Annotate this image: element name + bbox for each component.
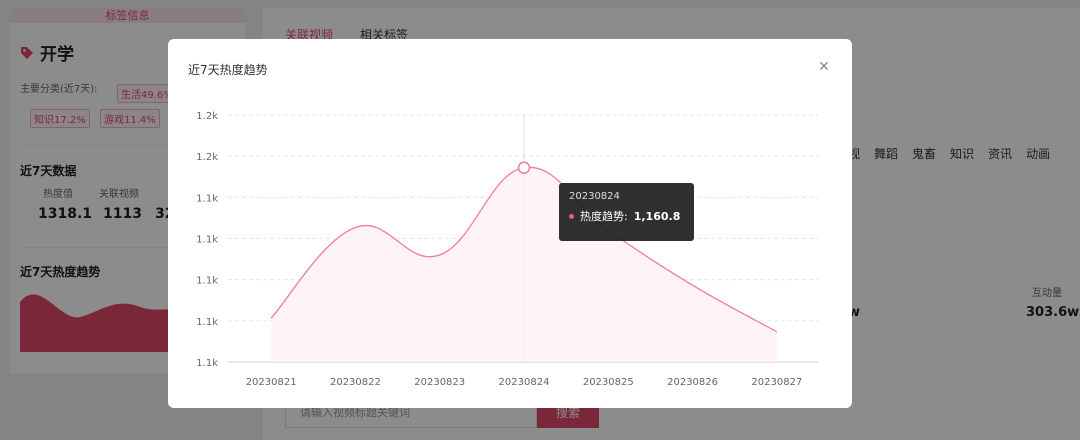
y-tick-label: 1.1k (196, 276, 218, 287)
tooltip-value: 1,160.8 (633, 209, 681, 223)
x-tick-label: 20230826 (667, 377, 718, 388)
y-tick-label: 1.2k (196, 111, 218, 122)
tooltip-date: 20230824 (569, 191, 620, 202)
x-tick-label: 20230822 (330, 377, 381, 388)
x-tick-label: 20230824 (499, 377, 550, 388)
x-tick-label: 20230823 (414, 377, 465, 388)
series-dot-icon (569, 213, 574, 219)
chart-tooltip: 20230824 热度趋势: 1,160.8 (559, 183, 694, 241)
series-area (271, 167, 777, 362)
x-tick-label: 20230827 (751, 377, 802, 388)
y-tick-label: 1.1k (196, 235, 218, 246)
x-tick-label: 20230821 (246, 377, 297, 388)
trend-modal: 近7天热度趋势 ✕ 1.2k 1.2k 1.1k 1.1k 1.1k 1.1k 1.1k 20… (168, 39, 852, 408)
x-tick-label: 20230825 (583, 377, 634, 388)
y-tick-label: 1.1k (196, 317, 218, 328)
y-tick-label: 1.1k (196, 358, 218, 369)
y-tick-label: 1.1k (196, 193, 218, 204)
data-point-highlight (517, 161, 531, 174)
trend-chart: 1.2k 1.2k 1.1k 1.1k 1.1k 1.1k 1.1k 20230821 2023… (196, 111, 818, 388)
y-tick-label: 1.2k (196, 152, 218, 163)
tooltip-series-label: 热度趋势: (580, 210, 628, 223)
